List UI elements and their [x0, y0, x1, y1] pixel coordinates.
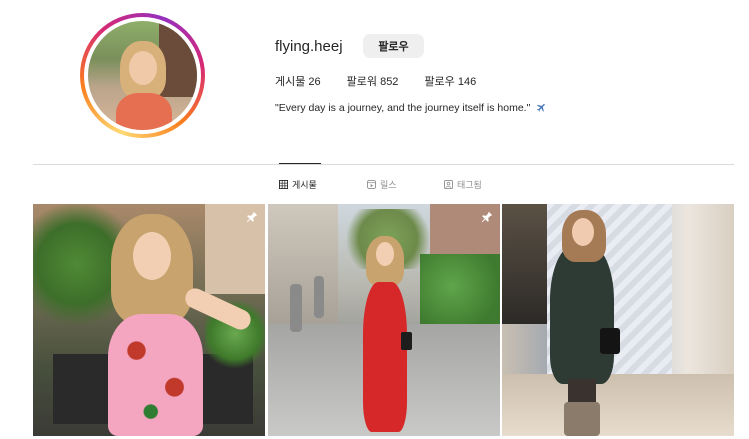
- profile-username: flying.heej: [275, 38, 343, 55]
- follow-button[interactable]: 팔로우: [363, 34, 424, 58]
- avatar-face: [129, 51, 157, 85]
- tab-label: 게시물: [292, 180, 317, 190]
- person-face: [133, 232, 171, 280]
- grid-icon: [279, 180, 288, 189]
- bollard-decor: [314, 276, 324, 318]
- puffer-coat: [550, 244, 614, 384]
- floral-dress: [108, 314, 203, 436]
- tab-label: 릴스: [380, 180, 397, 190]
- crowd-decor: [502, 204, 547, 324]
- avatar-dress: [116, 93, 172, 130]
- avatar[interactable]: [88, 21, 197, 130]
- bio-text: "Every day is a journey, and the journey…: [275, 102, 531, 114]
- building-decor: [268, 204, 338, 324]
- handbag: [401, 332, 412, 350]
- tab-posts[interactable]: 게시물: [279, 178, 317, 191]
- post-thumbnail[interactable]: [33, 204, 265, 436]
- boots: [564, 402, 600, 436]
- person-face: [376, 242, 394, 266]
- followers-count[interactable]: 팔로워 852: [347, 73, 399, 89]
- profile-avatar-ring[interactable]: [80, 13, 205, 138]
- reels-icon: [367, 180, 376, 189]
- handbag: [600, 328, 620, 354]
- following-count[interactable]: 팔로우 146: [424, 73, 476, 89]
- airplane-icon: [537, 103, 546, 112]
- hedge-decor: [420, 254, 500, 334]
- tab-tagged[interactable]: 태그됨: [444, 178, 482, 191]
- posts-count: 게시물 26: [275, 76, 321, 88]
- tab-label: 태그됨: [457, 180, 482, 190]
- pin-icon: [481, 211, 493, 223]
- profile-divider: [33, 164, 734, 165]
- profile-bio: "Every day is a journey, and the journey…: [275, 102, 547, 114]
- red-dress: [363, 282, 407, 432]
- pin-icon: [246, 211, 258, 223]
- post-thumbnail[interactable]: [268, 204, 500, 436]
- person-face: [572, 218, 594, 246]
- post-thumbnail[interactable]: [502, 204, 734, 436]
- tab-reels[interactable]: 릴스: [367, 178, 397, 191]
- floor-decor: [502, 374, 734, 436]
- tagged-icon: [444, 180, 453, 189]
- bollard-decor: [290, 284, 302, 332]
- active-tab-indicator: [279, 163, 321, 164]
- profile-stats: 게시물 26 팔로워 852 팔로우 146: [275, 73, 476, 89]
